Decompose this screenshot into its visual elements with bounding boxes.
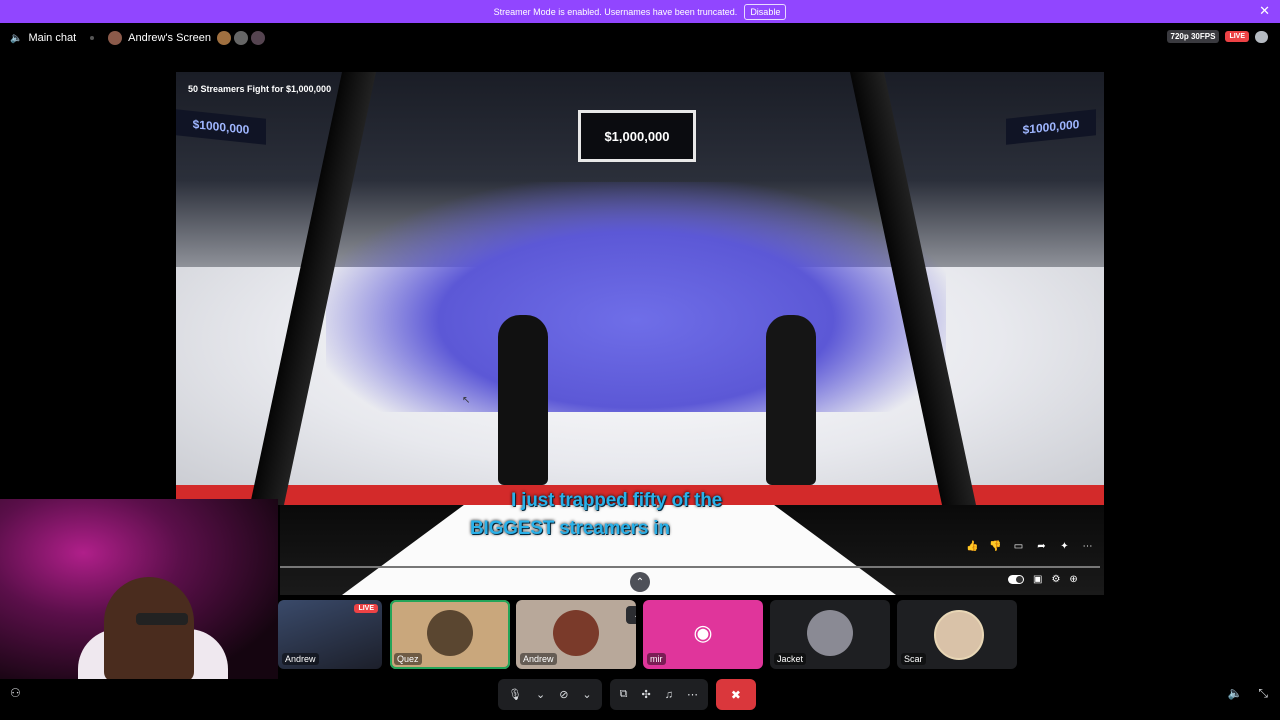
participant-tile[interactable]: Quez xyxy=(390,600,510,669)
host-left-figure xyxy=(498,315,548,485)
participant-name: Andrew xyxy=(520,653,557,665)
streamer-mode-banner: Streamer Mode is enabled. Usernames have… xyxy=(0,0,1280,23)
participant-name: Scar xyxy=(901,653,926,665)
live-badge: LIVE xyxy=(1225,31,1249,42)
viewer-avatar xyxy=(233,31,248,45)
video-progress-bar[interactable] xyxy=(280,566,1100,568)
streamer-webcam xyxy=(0,499,278,679)
participant-name: Quez xyxy=(394,653,422,665)
webcam-person xyxy=(104,577,194,679)
participant-tile[interactable]: Scar xyxy=(897,600,1017,669)
call-header: 🔈 Main chat Andrew's Screen 720p 30FPS L… xyxy=(0,23,1280,53)
caption-line: BIGGEST streamers in xyxy=(470,518,670,539)
chevron-down-icon[interactable]: ⌄ xyxy=(536,688,545,701)
live-badge: LIVE xyxy=(354,604,378,613)
activity-controls: ⧉ ✣ ♫ ⋯ xyxy=(609,679,708,710)
participant-name: Jacket xyxy=(774,653,807,665)
microphone-icon[interactable]: 🎙 xyxy=(508,688,522,701)
call-controls: 🎙 ⌄ ⊘ ⌄ ⧉ ✣ ♫ ⋯ ✖ xyxy=(498,679,756,710)
collapse-chevron-icon[interactable]: ⌃ xyxy=(630,572,650,592)
volume-icon[interactable]: 🔈 xyxy=(1227,686,1242,701)
audio-video-controls: 🎙 ⌄ ⊘ ⌄ xyxy=(498,679,602,710)
disconnect-call-button[interactable]: ✖ xyxy=(715,679,756,710)
video-caption: I just trapped fifty of the BIGGEST stre… xyxy=(470,487,722,543)
like-icon[interactable]: 👍 xyxy=(966,540,979,553)
streamers-crowd xyxy=(326,182,946,412)
video-actions: 👍 👎 ▭ ➦ ✦ ⋯ xyxy=(966,540,1094,553)
soundboard-icon[interactable]: ♫ xyxy=(665,689,673,701)
participant-tile[interactable]: LIVE Andrew xyxy=(278,600,382,669)
comment-icon[interactable]: ▭ xyxy=(1012,540,1025,553)
participant-name: Andrew xyxy=(282,653,319,665)
speaker-icon: 🔈 xyxy=(10,32,23,44)
chevron-down-icon[interactable]: ⌄ xyxy=(582,688,591,701)
captions-icon[interactable]: ▣ xyxy=(1033,574,1042,585)
separator xyxy=(90,36,95,40)
autoplay-toggle[interactable] xyxy=(1008,575,1024,584)
video-title: 50 Streamers Fight for $1,000,000 xyxy=(188,84,332,94)
stream-quality-badge: 720p 30FPS xyxy=(1166,30,1220,43)
participant-name: mir xyxy=(647,653,666,665)
prize-display: $1,000,000 xyxy=(578,110,696,162)
right-prize-sign: $1000,000 xyxy=(1006,109,1096,145)
streamer-avatar xyxy=(108,31,123,45)
channel-name[interactable]: Main chat xyxy=(28,32,76,44)
chat-icon[interactable] xyxy=(1255,30,1268,43)
participant-avatar xyxy=(934,609,984,660)
invite-user-icon[interactable]: ⚇ xyxy=(10,686,21,700)
player-controls: ▣ ⚙ ⊕ xyxy=(1008,574,1078,585)
discord-logo-icon: ◉ xyxy=(693,619,713,645)
screen-share-video[interactable]: $1000,000 $1000,000 $1,000,000 50 Stream… xyxy=(176,72,1104,505)
caption-line: I just trapped fifty of the xyxy=(511,490,722,511)
left-prize-sign: $1000,000 xyxy=(176,109,266,145)
view-controls: 🔈 ⤡ xyxy=(1227,686,1268,701)
participant-tile[interactable]: ◉ mir xyxy=(643,600,763,669)
expand-chevron-icon[interactable]: ⌄ xyxy=(626,606,636,624)
participant-avatar xyxy=(427,609,473,656)
banner-text: Streamer Mode is enabled. Usernames have… xyxy=(493,6,738,17)
more-options-icon[interactable]: ⋯ xyxy=(687,688,698,701)
participant-avatar xyxy=(807,609,853,656)
participant-tile[interactable]: Andrew ⌄ xyxy=(516,600,636,669)
dislike-icon[interactable]: 👎 xyxy=(989,540,1002,553)
mouse-cursor-icon: ↖ xyxy=(462,395,471,406)
more-icon[interactable]: ⋯ xyxy=(1081,540,1094,553)
viewer-avatar xyxy=(216,31,231,45)
close-icon[interactable]: ✕ xyxy=(1259,4,1270,18)
webcam-person-glasses xyxy=(136,613,188,625)
participant-avatar xyxy=(553,609,599,656)
host-right-figure xyxy=(766,315,816,485)
zoom-icon[interactable]: ⊕ xyxy=(1069,574,1077,585)
settings-gear-icon[interactable]: ⚙ xyxy=(1051,574,1060,585)
sparkle-icon[interactable]: ✦ xyxy=(1058,540,1071,553)
screen-share-icon[interactable]: ⧉ xyxy=(620,688,628,701)
screen-share-label[interactable]: Andrew's Screen xyxy=(128,32,211,44)
activities-icon[interactable]: ✣ xyxy=(641,688,650,701)
disable-streamer-mode-button[interactable]: Disable xyxy=(744,3,787,20)
exit-fullscreen-icon[interactable]: ⤡ xyxy=(1258,686,1268,701)
camera-off-icon[interactable]: ⊘ xyxy=(559,688,568,701)
viewer-avatar xyxy=(250,31,265,45)
share-icon[interactable]: ➦ xyxy=(1035,540,1048,553)
participant-tile[interactable]: Jacket xyxy=(770,600,890,669)
